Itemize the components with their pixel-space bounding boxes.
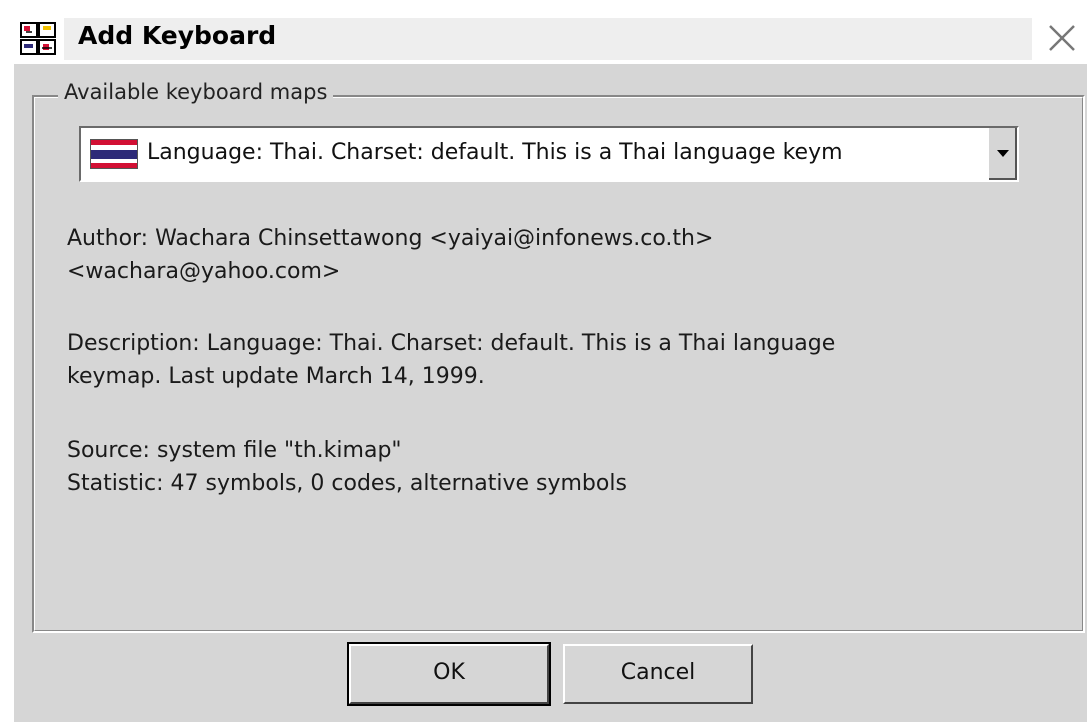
title-bar[interactable]: Add Keyboard bbox=[0, 0, 1087, 64]
ok-button[interactable]: OK bbox=[347, 642, 551, 706]
keyboard-app-icon bbox=[20, 22, 56, 55]
close-icon[interactable] bbox=[1040, 16, 1084, 60]
chevron-down-icon bbox=[997, 150, 1009, 157]
description-line-1: Description: Language: Thai. Charset: de… bbox=[67, 331, 836, 356]
source-line: Source: system file "th.kimap" bbox=[67, 438, 402, 463]
author-line-2: <wachara@yahoo.com> bbox=[67, 259, 341, 284]
cancel-button[interactable]: Cancel bbox=[563, 644, 753, 704]
add-keyboard-dialog: Add Keyboard Available keyboard maps Lan… bbox=[0, 0, 1087, 722]
author-line-1: Author: Wachara Chinsettawong <yaiyai@in… bbox=[67, 226, 714, 251]
dialog-body: Available keyboard maps Language: Thai. … bbox=[14, 64, 1087, 722]
keymap-selected-value: Language: Thai. Charset: default. This i… bbox=[147, 140, 843, 165]
group-legend: Available keyboard maps bbox=[58, 80, 334, 104]
thailand-flag-icon bbox=[90, 139, 138, 169]
dropdown-button[interactable] bbox=[987, 128, 1017, 180]
flag-stripe-blue bbox=[91, 150, 137, 159]
flag-stripe-red-bottom bbox=[91, 163, 137, 168]
description-line-2: keymap. Last update March 14, 1999. bbox=[67, 364, 485, 389]
statistic-line: Statistic: 47 symbols, 0 codes, alternat… bbox=[67, 471, 627, 496]
dialog-title: Add Keyboard bbox=[78, 21, 277, 50]
keymap-select[interactable]: Language: Thai. Charset: default. This i… bbox=[79, 126, 1019, 182]
